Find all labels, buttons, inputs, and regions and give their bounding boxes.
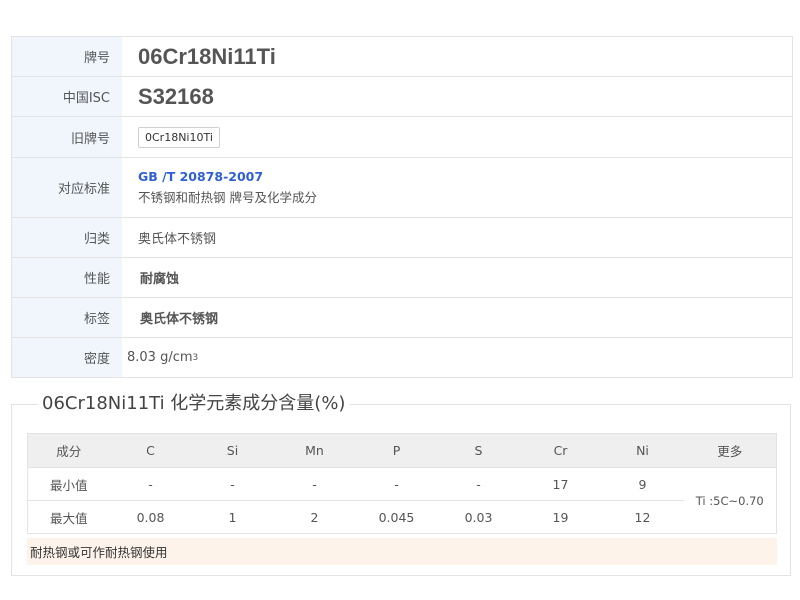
usage-note: 耐热钢或可作耐热钢使用	[27, 538, 777, 565]
density-value: 8.03 g/cm	[127, 350, 193, 365]
max-cr: 19	[519, 500, 602, 534]
composition-table: 成分 C Si Mn P S Cr Ni 更多 最小值 - - - - - 17…	[27, 433, 777, 534]
max-mn: 2	[273, 500, 356, 534]
max-c: 0.08	[109, 500, 192, 534]
density-label: 密度	[12, 338, 122, 377]
row-standard: 对应标准 GB /T 20878-2007 不锈钢和耐热钢 牌号及化学成分	[12, 158, 792, 218]
header-mn: Mn	[273, 433, 356, 468]
min-mn: -	[273, 467, 356, 501]
min-ni: 9	[601, 467, 684, 501]
standard-description: 不锈钢和耐热钢 牌号及化学成分	[138, 190, 317, 205]
max-s: 0.03	[437, 500, 520, 534]
header-ni: Ni	[601, 433, 684, 468]
grade-value: 06Cr18Ni11Ti	[138, 43, 276, 69]
row-density: 密度 8.03 g/cm 3	[12, 338, 792, 378]
row-label-min: 最小值	[27, 467, 110, 501]
density-unit-superscript: 3	[192, 352, 199, 363]
category-label: 归类	[12, 218, 122, 257]
header-p: P	[355, 433, 438, 468]
table-row-min: 最小值 - - - - - 17 9 Ti :5C~0.70	[27, 467, 777, 534]
table-row-max: 最大值 0.08 1 2 0.045 0.03 19 12	[27, 500, 777, 534]
min-c: -	[109, 467, 192, 501]
composition-header-row: 成分 C Si Mn P S Cr Ni 更多	[27, 433, 777, 468]
old-grade-label: 旧牌号	[12, 117, 122, 157]
composition-title: 06Cr18Ni11Ti 化学元素成分含量(%)	[38, 389, 350, 415]
more-elements: Ti :5C~0.70	[683, 467, 777, 534]
max-ni: 12	[601, 500, 684, 534]
properties-table: 牌号 06Cr18Ni11Ti 中国ISC S32168 旧牌号 0Cr18Ni…	[11, 36, 793, 378]
row-old-grade: 旧牌号 0Cr18Ni10Ti	[12, 117, 792, 158]
composition-panel: 06Cr18Ni11Ti 化学元素成分含量(%) 成分 C Si Mn P S …	[11, 389, 791, 576]
row-isc: 中国ISC S32168	[12, 77, 792, 117]
isc-label: 中国ISC	[12, 77, 122, 116]
header-c: C	[109, 433, 192, 468]
min-p: -	[355, 467, 438, 501]
header-component: 成分	[27, 433, 110, 468]
max-si: 1	[191, 500, 274, 534]
header-s: S	[437, 433, 520, 468]
min-s: -	[437, 467, 520, 501]
tag-label: 标签	[12, 298, 122, 337]
performance-label: 性能	[12, 258, 122, 297]
old-grade-badge[interactable]: 0Cr18Ni10Ti	[138, 126, 220, 148]
row-tag: 标签 奥氏体不锈钢	[12, 298, 792, 338]
isc-value: S32168	[138, 83, 214, 109]
category-value: 奥氏体不锈钢	[138, 232, 217, 247]
performance-value: 耐腐蚀	[140, 272, 180, 287]
header-more: 更多	[683, 433, 777, 468]
min-cr: 17	[519, 467, 602, 501]
header-si: Si	[191, 433, 274, 468]
min-si: -	[191, 467, 274, 501]
row-category: 归类 奥氏体不锈钢	[12, 218, 792, 258]
max-p: 0.045	[355, 500, 438, 534]
header-cr: Cr	[519, 433, 602, 468]
row-grade: 牌号 06Cr18Ni11Ti	[12, 37, 792, 77]
standard-link[interactable]: GB /T 20878-2007	[138, 169, 263, 184]
row-performance: 性能 耐腐蚀	[12, 258, 792, 298]
row-label-max: 最大值	[27, 500, 110, 534]
tag-value[interactable]: 奥氏体不锈钢	[140, 308, 218, 327]
standard-label: 对应标准	[12, 158, 122, 217]
grade-label: 牌号	[12, 37, 122, 76]
